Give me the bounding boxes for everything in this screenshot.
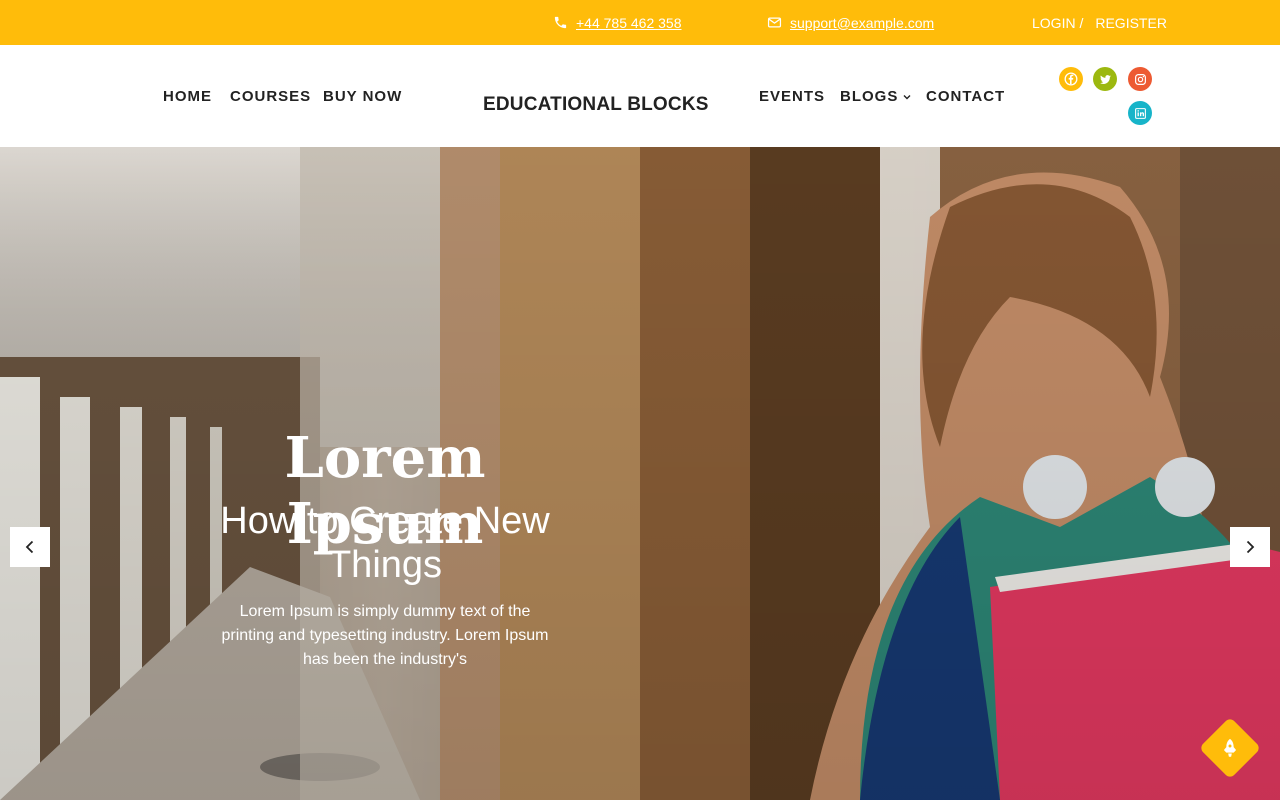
slider-next-button[interactable]	[1230, 527, 1270, 567]
rocket-icon	[1224, 738, 1236, 757]
instagram-icon[interactable]	[1128, 67, 1152, 91]
hero-description: Lorem Ipsum is simply dummy text of the …	[221, 603, 549, 668]
top-bar-email[interactable]: support@example.com	[767, 0, 934, 45]
login-link[interactable]: LOGIN /	[1032, 15, 1083, 31]
nav-buy-now[interactable]: BUY NOW	[323, 88, 402, 105]
register-link[interactable]: REGISTER	[1095, 15, 1167, 31]
auth-links: LOGIN / REGISTER	[1032, 0, 1167, 45]
nav-home[interactable]: HOME	[163, 88, 212, 105]
nav-events[interactable]: EVENTS	[759, 88, 825, 105]
chevron-right-icon	[1246, 540, 1255, 554]
chevron-down-icon	[903, 94, 911, 99]
nav-blogs[interactable]: BLOGS	[840, 88, 912, 105]
site-logo[interactable]: EDUCATIONAL BLOCKS	[483, 94, 709, 116]
email-link[interactable]: support@example.com	[790, 15, 934, 31]
slider-prev-button[interactable]	[10, 527, 50, 567]
site-header: HOME COURSES BUY NOW EDUCATIONAL BLOCKS …	[0, 45, 1280, 147]
top-bar-phone[interactable]: +44 785 462 358	[553, 0, 682, 45]
chevron-left-icon	[25, 540, 34, 554]
linkedin-icon[interactable]	[1128, 101, 1152, 125]
nav-courses[interactable]: COURSES	[230, 88, 311, 105]
hero-subtitle: How to Create New Things	[220, 500, 550, 586]
twitter-icon[interactable]	[1093, 67, 1117, 91]
nav-contact[interactable]: CONTACT	[926, 88, 1005, 105]
scroll-to-top-button[interactable]	[1198, 716, 1262, 780]
facebook-icon[interactable]	[1059, 67, 1083, 91]
envelope-icon	[767, 17, 782, 28]
phone-link[interactable]: +44 785 462 358	[576, 15, 682, 31]
top-bar: +44 785 462 358 support@example.com LOGI…	[0, 0, 1280, 45]
phone-icon	[554, 16, 567, 29]
nav-blogs-label: BLOGS	[840, 88, 899, 105]
hero-slider: Lorem Ipsum How to Create New Things Lor…	[0, 147, 1280, 800]
